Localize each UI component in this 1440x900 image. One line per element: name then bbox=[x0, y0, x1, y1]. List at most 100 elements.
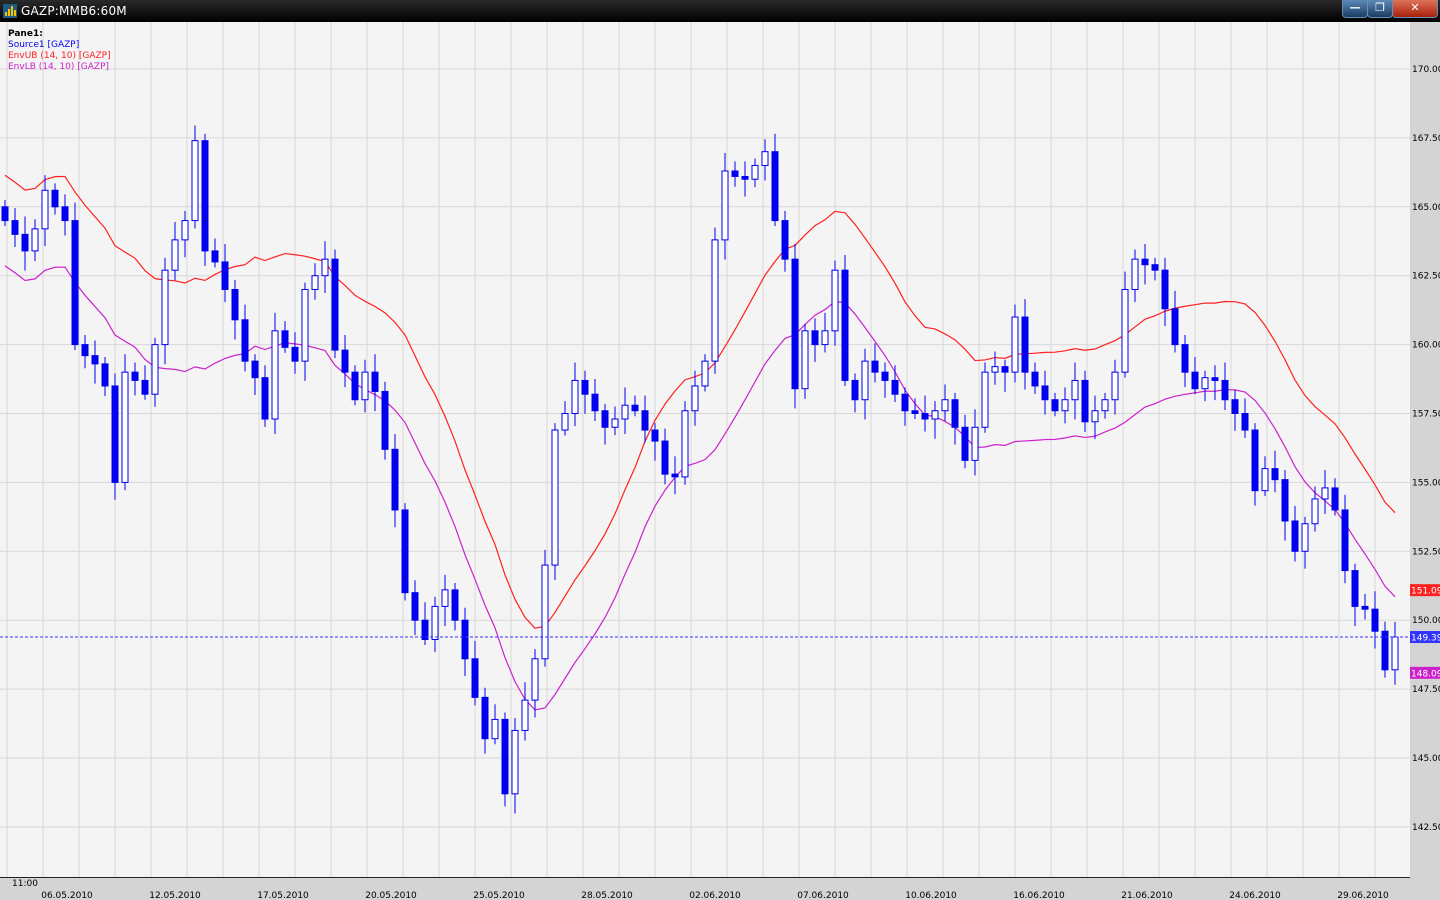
candle-body bbox=[991, 366, 999, 373]
candle-body bbox=[741, 175, 749, 180]
candle-body bbox=[621, 404, 629, 420]
candle-body bbox=[91, 355, 99, 365]
chart-app-icon bbox=[3, 4, 17, 18]
candle bbox=[121, 354, 129, 491]
candle-body bbox=[841, 269, 849, 381]
candle-body bbox=[241, 319, 249, 362]
candle-body bbox=[461, 619, 469, 660]
price-tick-label: 142.50 bbox=[1412, 823, 1440, 833]
candle-body bbox=[11, 220, 19, 235]
price-tick-label: 155.00 bbox=[1412, 478, 1440, 488]
candle bbox=[111, 373, 119, 500]
candle-body bbox=[561, 413, 569, 431]
candle-body bbox=[861, 360, 869, 401]
candle bbox=[191, 125, 199, 229]
candle-body bbox=[571, 379, 579, 415]
candle-body bbox=[1301, 523, 1309, 552]
candle-body bbox=[1211, 377, 1219, 381]
candle bbox=[551, 423, 559, 581]
candle-body bbox=[781, 220, 789, 260]
candle-body bbox=[831, 269, 839, 332]
candle-body bbox=[1, 206, 9, 222]
candle-body bbox=[891, 379, 899, 395]
candle-body bbox=[191, 140, 199, 222]
title-bar: GAZP:MMB6:60M — ❐ ✕ bbox=[0, 0, 1440, 22]
candle-body bbox=[971, 426, 979, 461]
candle-body bbox=[691, 385, 699, 412]
candle-body bbox=[921, 413, 929, 420]
candle-body bbox=[31, 228, 39, 252]
candle-body bbox=[211, 250, 219, 263]
date-tick-label: 17.05.2010 bbox=[257, 891, 309, 900]
candle-body bbox=[1011, 316, 1019, 373]
time-axis-start: 11:00 bbox=[12, 879, 38, 889]
candle-body bbox=[411, 592, 419, 621]
candle-body bbox=[131, 371, 139, 381]
candle bbox=[401, 503, 409, 601]
candle-body bbox=[731, 170, 739, 177]
candle-body bbox=[1021, 316, 1029, 373]
candle-body bbox=[1281, 479, 1289, 522]
candle-body bbox=[1121, 288, 1129, 373]
candlestick-chart[interactable]: 170.00 167.50 165.00 162.50 160.00 157.50 155.… bbox=[0, 22, 1440, 900]
date-tick-label: 21.06.2010 bbox=[1121, 891, 1173, 900]
candle-body bbox=[21, 233, 29, 252]
price-tick-label: 162.50 bbox=[1412, 272, 1440, 282]
candle bbox=[331, 249, 339, 358]
candle-body bbox=[1371, 608, 1379, 632]
candle-body bbox=[391, 448, 399, 511]
candle-body bbox=[251, 360, 259, 379]
candle-body bbox=[931, 410, 939, 420]
env-ub-value-label: 151.09 bbox=[1411, 587, 1440, 597]
candle bbox=[841, 255, 849, 386]
candle-body bbox=[1191, 371, 1199, 390]
date-tick-label: 25.05.2010 bbox=[473, 891, 525, 900]
candle-body bbox=[551, 429, 559, 566]
minimize-button[interactable]: — bbox=[1342, 0, 1368, 18]
restore-button[interactable]: ❐ bbox=[1367, 0, 1393, 18]
legend-env-lb: EnvLB (14, 10) [GAZP] bbox=[8, 62, 110, 72]
price-tick-label: 160.00 bbox=[1412, 341, 1440, 351]
candle-body bbox=[311, 275, 319, 290]
candle-body bbox=[1311, 498, 1319, 525]
candle-body bbox=[161, 269, 169, 346]
candle-body bbox=[1351, 570, 1359, 607]
candle-body bbox=[321, 258, 329, 277]
candle-body bbox=[721, 170, 729, 241]
candle-body bbox=[801, 330, 809, 390]
last-price-label: 149.39 bbox=[1411, 634, 1440, 644]
close-button[interactable]: ✕ bbox=[1392, 0, 1438, 18]
candle bbox=[801, 323, 809, 399]
candle bbox=[681, 401, 689, 485]
candle-body bbox=[401, 509, 409, 594]
price-tick-label: 170.00 bbox=[1412, 65, 1440, 75]
env-lb-value-label: 148.09 bbox=[1411, 669, 1440, 679]
candle-body bbox=[341, 349, 349, 373]
candle-body bbox=[51, 189, 59, 208]
candle-body bbox=[711, 239, 719, 362]
window-title: GAZP:MMB6:60M bbox=[21, 4, 127, 18]
date-tick-label: 10.06.2010 bbox=[905, 891, 957, 900]
candle-body bbox=[1361, 605, 1369, 610]
candle bbox=[981, 362, 989, 433]
price-tick-label: 167.50 bbox=[1412, 134, 1440, 144]
candle-body bbox=[1271, 468, 1279, 481]
candle-body bbox=[791, 258, 799, 390]
candle-body bbox=[151, 344, 159, 395]
candle-body bbox=[361, 371, 369, 401]
candle-body bbox=[1081, 379, 1089, 423]
price-tick-label: 150.00 bbox=[1412, 616, 1440, 626]
candle-body bbox=[1341, 509, 1349, 572]
candle-body bbox=[901, 393, 909, 412]
candle-body bbox=[981, 371, 989, 428]
candle-body bbox=[581, 379, 589, 395]
candle-body bbox=[301, 288, 309, 362]
candle-body bbox=[141, 379, 149, 395]
candle-body bbox=[1291, 520, 1299, 552]
candle bbox=[541, 549, 549, 667]
candle-body bbox=[71, 220, 79, 346]
candle-body bbox=[631, 404, 639, 412]
candle-body bbox=[511, 729, 519, 795]
candle-body bbox=[221, 261, 229, 290]
candle-body bbox=[1141, 258, 1149, 266]
